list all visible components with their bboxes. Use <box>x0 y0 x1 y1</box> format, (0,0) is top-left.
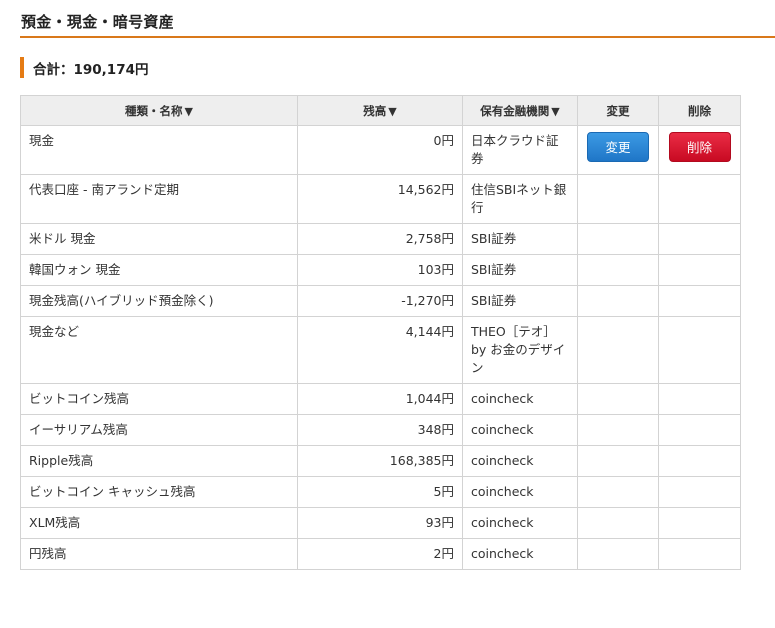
column-header-balance[interactable]: 残高 ▼ <box>297 95 463 126</box>
sort-arrow-icon: ▼ <box>551 104 560 118</box>
delete-cell <box>658 285 741 317</box>
asset-name: ビットコイン キャッシュ残高 <box>20 476 298 508</box>
column-header-edit: 変更 <box>577 95 659 126</box>
delete-cell <box>658 174 741 224</box>
table-row: 現金など 4,144円 THEO［テオ］ by お金のデザイン <box>20 316 741 384</box>
asset-institution: coincheck <box>462 476 578 508</box>
edit-cell <box>577 538 659 570</box>
asset-institution: SBI証券 <box>462 254 578 286</box>
asset-name: ビットコイン残高 <box>20 383 298 415</box>
edit-button[interactable]: 変更 <box>587 132 649 162</box>
edit-cell <box>577 223 659 255</box>
edit-cell: 変更 <box>577 125 659 175</box>
total-summary: 合計：190,174円 <box>20 57 149 78</box>
asset-name: 現金残高(ハイブリッド預金除く) <box>20 285 298 317</box>
total-amount: 合計：190,174円 <box>33 61 149 78</box>
edit-cell <box>577 445 659 477</box>
asset-amount: 1,044円 <box>297 383 463 415</box>
asset-institution: 住信SBIネット銀行 <box>462 174 578 224</box>
assets-table: 種類・名称 ▼ 残高 ▼ 保有金融機関 ▼ 変更 削除 現金 0円 日本クラウド証券 変更削… <box>20 95 741 570</box>
section-title: 預金・現金・暗号資産 <box>21 13 175 31</box>
asset-amount: 168,385円 <box>297 445 463 477</box>
delete-cell <box>658 507 741 539</box>
asset-name: XLM残高 <box>20 507 298 539</box>
edit-cell <box>577 285 659 317</box>
asset-institution: SBI証券 <box>462 223 578 255</box>
delete-button[interactable]: 削除 <box>668 132 731 162</box>
asset-amount: 348円 <box>297 414 463 446</box>
asset-name: 韓国ウォン 現金 <box>20 254 298 286</box>
edit-cell <box>577 174 659 224</box>
asset-amount: 4,144円 <box>297 316 463 384</box>
asset-institution: coincheck <box>462 538 578 570</box>
column-label-name: 種類・名称 <box>125 103 183 118</box>
table-row: 現金 0円 日本クラウド証券 変更 削除 <box>20 125 741 175</box>
column-header-delete: 削除 <box>658 95 741 126</box>
asset-name: 代表口座 - 南アランド定期 <box>20 174 298 224</box>
asset-amount: 0円 <box>297 125 463 175</box>
sort-arrow-icon: ▼ <box>184 104 193 118</box>
column-header-institution[interactable]: 保有金融機関 ▼ <box>462 95 578 126</box>
delete-cell <box>658 414 741 446</box>
table-row: イーサリアム残高 348円 coincheck <box>20 414 741 446</box>
asset-name: イーサリアム残高 <box>20 414 298 446</box>
asset-amount: 5円 <box>297 476 463 508</box>
asset-institution: 日本クラウド証券 <box>462 125 578 175</box>
asset-institution: coincheck <box>462 383 578 415</box>
asset-name: Ripple残高 <box>20 445 298 477</box>
edit-cell <box>577 476 659 508</box>
table-row: Ripple残高 168,385円 coincheck <box>20 445 741 477</box>
asset-amount: 2円 <box>297 538 463 570</box>
delete-cell <box>658 538 741 570</box>
table-row: XLM残高 93円 coincheck <box>20 507 741 539</box>
edit-cell <box>577 316 659 384</box>
asset-amount: 2,758円 <box>297 223 463 255</box>
delete-cell <box>658 476 741 508</box>
asset-name: 米ドル 現金 <box>20 223 298 255</box>
table-row: 米ドル 現金 2,758円 SBI証券 <box>20 223 741 255</box>
edit-cell <box>577 254 659 286</box>
table-row: ビットコイン残高 1,044円 coincheck <box>20 383 741 415</box>
table-row: 代表口座 - 南アランド定期 14,562円 住信SBIネット銀行 <box>20 174 741 224</box>
edit-cell <box>577 414 659 446</box>
table-row: 円残高 2円 coincheck <box>20 538 741 570</box>
delete-cell <box>658 316 741 384</box>
asset-amount: 103円 <box>297 254 463 286</box>
edit-cell <box>577 507 659 539</box>
table-row: 韓国ウォン 現金 103円 SBI証券 <box>20 254 741 286</box>
delete-cell <box>658 445 741 477</box>
delete-cell <box>658 223 741 255</box>
asset-institution: THEO［テオ］ by お金のデザイン <box>462 316 578 384</box>
asset-name: 円残高 <box>20 538 298 570</box>
delete-cell <box>658 383 741 415</box>
table-body: 現金 0円 日本クラウド証券 変更 削除 代表口座 - 南アランド定期 14,562円 住信S… <box>20 125 741 570</box>
edit-cell <box>577 383 659 415</box>
asset-institution: coincheck <box>462 507 578 539</box>
total-accent-bar <box>20 57 24 78</box>
column-label-institution: 保有金融機関 <box>480 103 550 118</box>
delete-cell <box>658 254 741 286</box>
table-row: ビットコイン キャッシュ残高 5円 coincheck <box>20 476 741 508</box>
asset-name: 現金 <box>20 125 298 175</box>
table-row: 現金残高(ハイブリッド預金除く) -1,270円 SBI証券 <box>20 285 741 317</box>
asset-institution: coincheck <box>462 414 578 446</box>
asset-amount: 93円 <box>297 507 463 539</box>
asset-institution: coincheck <box>462 445 578 477</box>
column-header-name[interactable]: 種類・名称 ▼ <box>20 95 298 126</box>
asset-name: 現金など <box>20 316 298 384</box>
asset-institution: SBI証券 <box>462 285 578 317</box>
section-divider <box>20 36 775 38</box>
column-label-balance: 残高 <box>363 103 387 118</box>
delete-cell: 削除 <box>658 125 741 175</box>
asset-amount: -1,270円 <box>297 285 463 317</box>
table-header-row: 種類・名称 ▼ 残高 ▼ 保有金融機関 ▼ 変更 削除 <box>20 95 741 126</box>
sort-arrow-icon: ▼ <box>388 104 397 118</box>
asset-amount: 14,562円 <box>297 174 463 224</box>
